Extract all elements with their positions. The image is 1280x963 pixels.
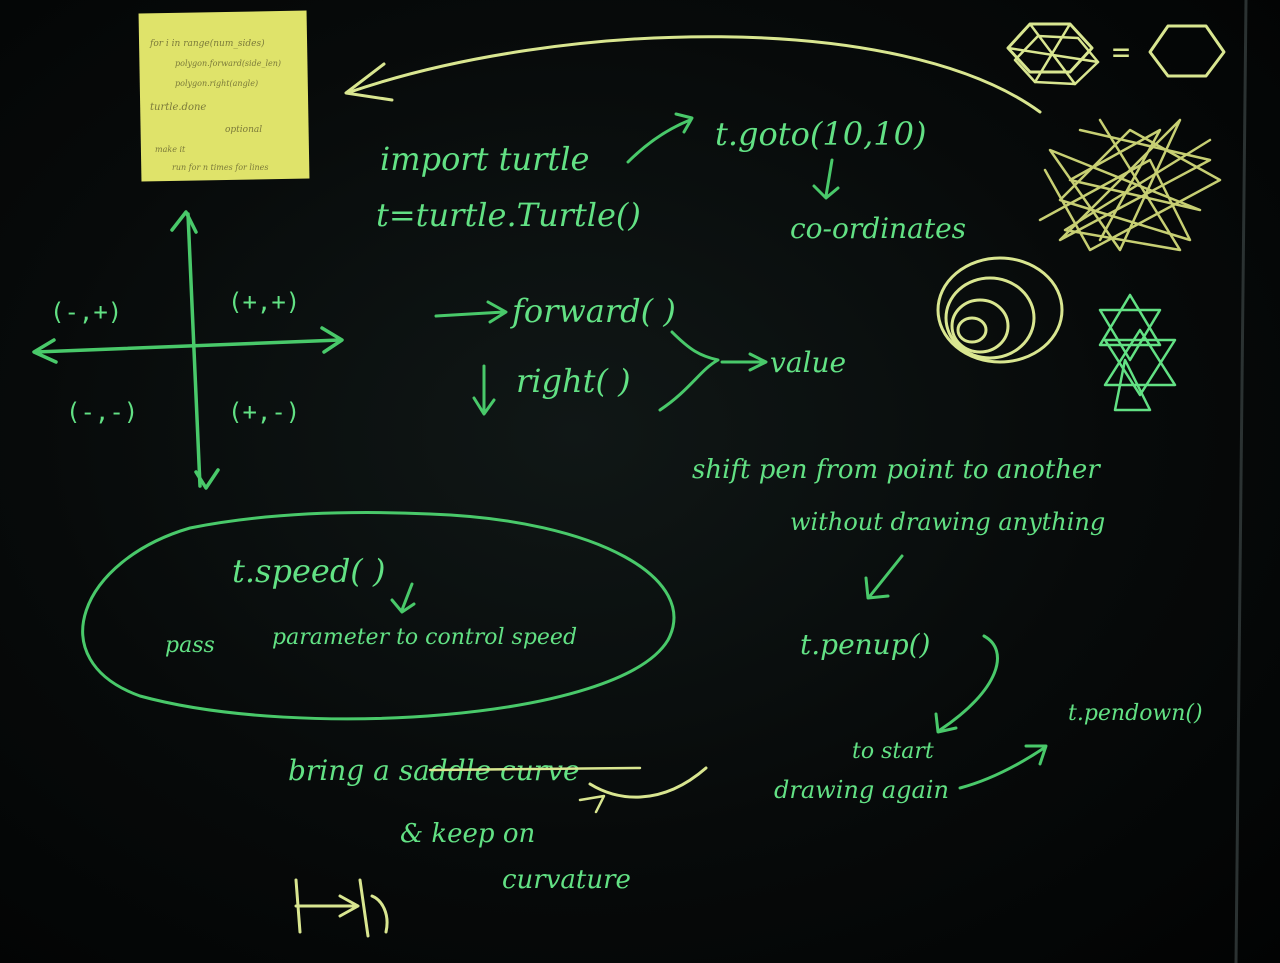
saddle-curve-drawing <box>588 766 708 799</box>
hexagon-drawing <box>1006 22 1100 86</box>
value-label: value <box>770 346 846 379</box>
speed-call: t.speed( ) <box>232 552 385 590</box>
star-pattern <box>1098 293 1177 412</box>
code-pendown: t.pendown() <box>1068 701 1203 726</box>
concentric-circles <box>936 256 1064 364</box>
note-line-3: polygon.right(angle) <box>175 79 258 88</box>
arrow-right <box>472 364 496 416</box>
shift-pen-line1: shift pen from point to another <box>692 455 1101 485</box>
board-drawing: for i in range(num_sides) polygon.forwar… <box>32 0 1248 963</box>
code-import-turtle: import turtle <box>380 140 589 178</box>
arrow-forward <box>434 300 508 324</box>
arrow-to-value <box>720 352 768 372</box>
start-drawing-line1: to start <box>852 739 934 764</box>
saddle-line3: curvature <box>502 865 631 895</box>
speed-circle <box>81 511 676 721</box>
note-line-5: optional <box>225 125 262 135</box>
command-forward: forward( ) <box>510 292 676 330</box>
arrow-to-speed-note <box>390 582 416 614</box>
board-edge <box>1234 0 1248 963</box>
quadrant-bottom-left: (-,-) <box>66 398 138 426</box>
arrow-to-coordinates <box>812 158 840 200</box>
sticky-note-paper <box>138 10 310 182</box>
hexagon-equals-sign: = <box>1112 35 1130 70</box>
penup-brace-arrow <box>938 634 999 732</box>
speed-note-parameter: parameter to control speed <box>272 625 577 650</box>
arrow-to-penup <box>864 554 904 600</box>
quadrant-top-right: (+,+) <box>228 288 300 316</box>
code-goto: t.goto(10,10) <box>715 115 926 153</box>
shift-pen-line2: without drawing anything <box>790 508 1105 536</box>
coordinate-axes <box>32 210 344 490</box>
note-line-4: turtle.done <box>150 102 206 113</box>
note-line-1: for i in range(num_sides) <box>149 38 265 49</box>
goto-coordinates-note: co-ordinates <box>790 212 966 245</box>
sticky-note: for i in range(num_sides) polygon.forwar… <box>138 10 310 182</box>
quadrant-bottom-right: (+,-) <box>228 398 300 426</box>
arrow-to-goto <box>626 118 692 164</box>
start-drawing-line2: drawing again <box>774 776 949 804</box>
note-line-6: make it <box>155 145 186 154</box>
arrow-to-sticky-note <box>348 35 1042 114</box>
note-line-7: run for n times for lines <box>172 163 269 172</box>
command-right: right( ) <box>516 362 631 400</box>
note-line-2: polygon.forward(side_len) <box>175 59 281 68</box>
code-turtle-init: t=turtle.Turtle() <box>376 196 641 234</box>
saddle-line2: & keep on <box>400 819 535 849</box>
saddle-sketch <box>294 878 389 938</box>
arrow-to-pendown <box>958 744 1048 790</box>
quadrant-top-left: (-,+) <box>50 298 122 326</box>
whiteboard-photo: for i in range(num_sides) polygon.forwar… <box>0 0 1280 963</box>
spirograph-scribble <box>1038 118 1222 252</box>
value-brace <box>658 330 720 412</box>
code-penup: t.penup() <box>800 628 930 661</box>
single-hexagon <box>1148 24 1226 78</box>
speed-note-pass: pass <box>165 633 215 658</box>
